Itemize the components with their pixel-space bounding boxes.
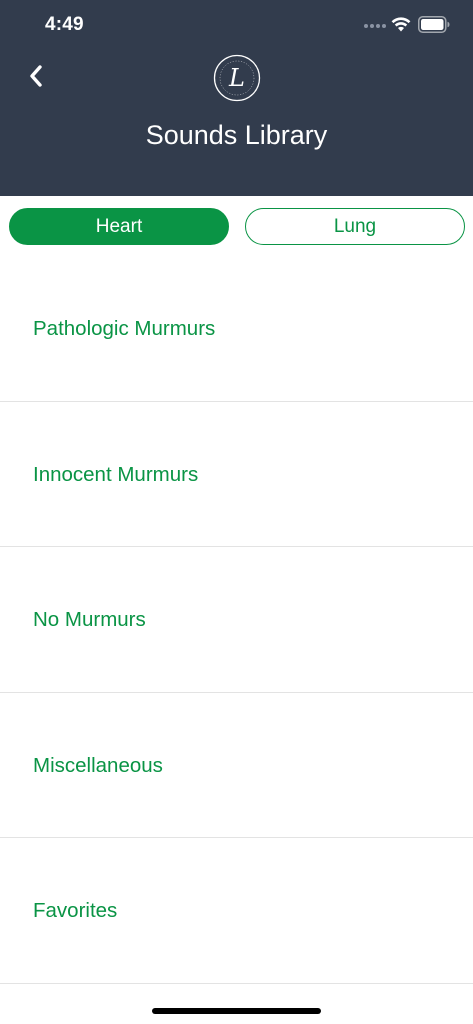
list-item-favorites[interactable]: Favorites <box>0 838 473 984</box>
list-item-label: Pathologic Murmurs <box>33 317 216 340</box>
category-list: Pathologic Murmurs Innocent Murmurs No M… <box>0 256 473 984</box>
battery-icon <box>418 16 450 33</box>
page-title: Sounds Library <box>145 120 328 150</box>
list-item-miscellaneous[interactable]: Miscellaneous <box>0 693 473 839</box>
list-item-no-murmurs[interactable]: No Murmurs <box>0 547 473 693</box>
wifi-icon <box>391 17 411 32</box>
status-bar: 4:49 <box>0 0 473 50</box>
svg-text:L: L <box>228 64 245 92</box>
back-button[interactable] <box>20 60 52 92</box>
list-item-label: No Murmurs <box>33 608 146 632</box>
status-time: 4:49 <box>45 14 84 35</box>
cellular-signal-icon <box>364 24 386 28</box>
littmann-logo: L <box>213 54 261 102</box>
app-header: 4:49 L Sounds Library <box>0 0 473 196</box>
list-item-label: Innocent Murmurs <box>33 462 199 486</box>
list-item-label: Miscellaneous <box>33 753 163 777</box>
list-item-pathologic-murmurs[interactable]: Pathologic Murmurs <box>0 256 473 402</box>
tab-heart[interactable]: Heart <box>9 208 229 245</box>
tab-lung[interactable]: Lung <box>245 208 465 245</box>
sound-type-segmented-control: Heart Lung <box>9 208 465 245</box>
home-indicator <box>152 1008 321 1014</box>
chevron-left-icon <box>30 65 42 87</box>
list-item-innocent-murmurs[interactable]: Innocent Murmurs <box>0 402 473 548</box>
list-item-label: Favorites <box>33 899 118 923</box>
